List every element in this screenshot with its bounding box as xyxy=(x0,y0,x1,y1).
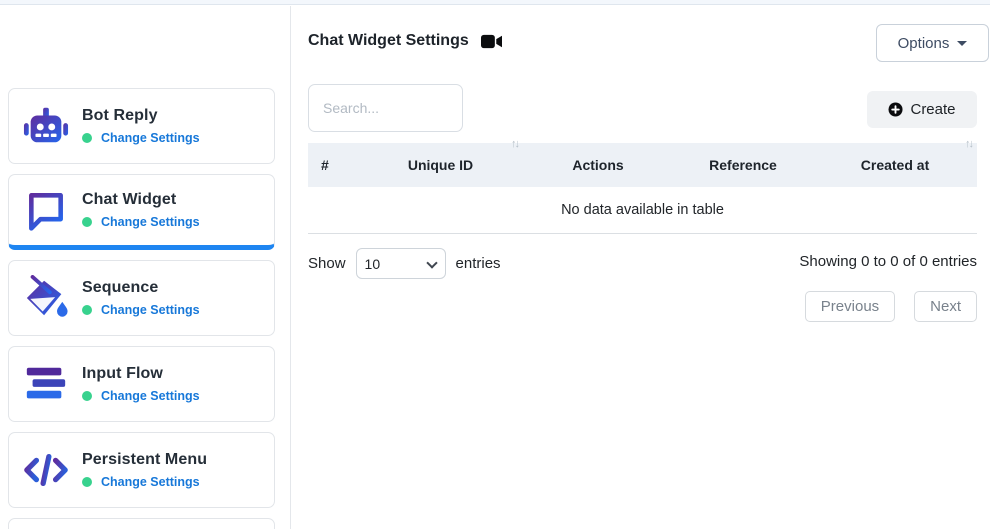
main-panel: Chat Widget Settings Options Create # Un… xyxy=(292,6,990,529)
page-size-select[interactable]: 10 xyxy=(356,248,446,279)
previous-button[interactable]: Previous xyxy=(805,291,895,322)
sidebar-item-sequence[interactable]: Sequence Change Settings xyxy=(8,260,275,336)
page-title: Chat Widget Settings xyxy=(308,32,469,50)
settings-sidebar: Bot Reply Change Settings Chat Widget Ch… xyxy=(0,6,291,529)
status-dot xyxy=(82,391,92,401)
column-header-reference[interactable]: Reference xyxy=(673,143,813,187)
create-button[interactable]: Create xyxy=(867,91,977,128)
paint-bucket-icon xyxy=(22,275,69,322)
robot-icon xyxy=(22,103,69,150)
sort-icon[interactable]: ↑↓ xyxy=(511,134,518,154)
entries-label: entries xyxy=(456,255,501,272)
column-header-actions[interactable]: Actions xyxy=(523,143,673,187)
next-button[interactable]: Next xyxy=(914,291,977,322)
sidebar-item-title: Input Flow xyxy=(82,365,200,383)
status-dot xyxy=(82,477,92,487)
sidebar-item-title: Persistent Menu xyxy=(82,451,207,469)
sidebar-item-title: Bot Reply xyxy=(82,107,200,125)
top-accent-strip xyxy=(0,0,990,5)
search-input[interactable] xyxy=(308,84,463,132)
status-dot xyxy=(82,217,92,227)
create-button-label: Create xyxy=(910,101,955,118)
entries-summary: Showing 0 to 0 of 0 entries xyxy=(799,253,977,270)
caret-down-icon xyxy=(957,41,967,46)
sidebar-item-title: Chat Widget xyxy=(82,191,200,209)
sidebar-item-partial[interactable] xyxy=(8,518,275,529)
column-header-unique-id[interactable]: Unique ID ↑↓ xyxy=(358,143,523,187)
sidebar-item-persistent-menu[interactable]: Persistent Menu Change Settings xyxy=(8,432,275,508)
show-label: Show xyxy=(308,255,346,272)
pagination: Previous Next xyxy=(805,291,977,322)
change-settings-link[interactable]: Change Settings xyxy=(101,215,200,229)
sort-icon[interactable]: ↑↓ xyxy=(965,134,972,154)
column-header-number[interactable]: # xyxy=(308,143,358,187)
change-settings-link[interactable]: Change Settings xyxy=(101,475,200,489)
table-controls: Show 10 entries Showing 0 to 0 of 0 entr… xyxy=(308,248,977,279)
change-settings-link[interactable]: Change Settings xyxy=(101,389,200,403)
status-dot xyxy=(82,305,92,315)
code-icon xyxy=(22,447,69,494)
sidebar-item-chat-widget[interactable]: Chat Widget Change Settings xyxy=(8,174,275,250)
bars-icon xyxy=(22,361,69,408)
status-dot xyxy=(82,133,92,143)
change-settings-link[interactable]: Change Settings xyxy=(101,131,200,145)
sidebar-item-bot-reply[interactable]: Bot Reply Change Settings xyxy=(8,88,275,164)
options-button-label: Options xyxy=(898,35,950,52)
sidebar-item-title: Sequence xyxy=(82,279,200,297)
plus-circle-icon xyxy=(888,102,903,117)
change-settings-link[interactable]: Change Settings xyxy=(101,303,200,317)
table-empty-message: No data available in table xyxy=(308,187,977,234)
data-table: # Unique ID ↑↓ Actions Reference Created… xyxy=(308,143,977,234)
chat-bubble-icon xyxy=(22,187,69,234)
options-button[interactable]: Options xyxy=(876,24,989,62)
video-camera-icon xyxy=(481,34,502,49)
table-header-row: # Unique ID ↑↓ Actions Reference Created… xyxy=(308,143,977,187)
sidebar-item-input-flow[interactable]: Input Flow Change Settings xyxy=(8,346,275,422)
column-header-created-at[interactable]: Created at ↑↓ xyxy=(813,143,977,187)
